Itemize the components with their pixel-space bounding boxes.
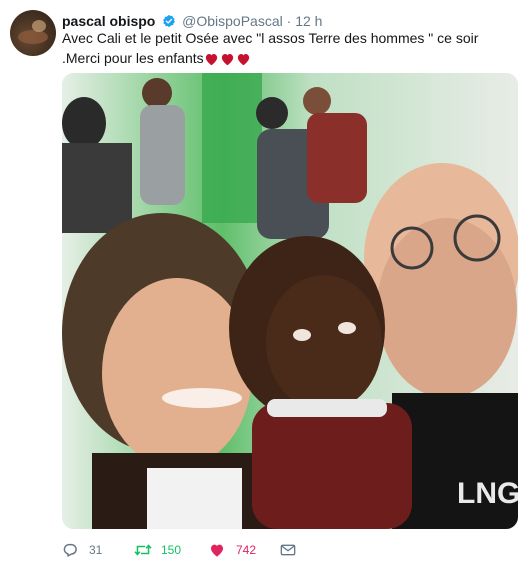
display-name[interactable]: pascal obispo [62,13,155,29]
svg-text:LNG: LNG [457,477,518,510]
separator: · [286,13,292,29]
tweet-body: Avec Cali et le petit Osée avec "l assos… [62,30,479,66]
retweet-icon [134,544,152,556]
heart-icon [211,544,223,557]
envelope-icon [280,544,296,556]
tweet-text: Avec Cali et le petit Osée avec "l assos… [62,28,512,71]
reply-icon [63,543,77,557]
avatar[interactable] [10,10,56,56]
tweet-photo[interactable]: LNG [62,73,518,529]
reply-count: 31 [89,543,103,557]
tweet[interactable]: pascal obispo @ObispoPascal · 12 h Avec … [0,0,522,572]
heart-emoji-icon [205,54,217,66]
photo-illustration: LNG [62,73,518,529]
user-handle[interactable]: @ObispoPascal [182,13,283,29]
heart-emoji-icon [221,54,233,66]
heart-emojis [204,51,252,71]
like-count: 742 [236,543,257,557]
verified-badge-icon [163,14,176,28]
heart-emoji-icon [237,54,249,66]
retweet-count: 150 [161,543,182,557]
timestamp[interactable]: 12 h [295,13,322,29]
